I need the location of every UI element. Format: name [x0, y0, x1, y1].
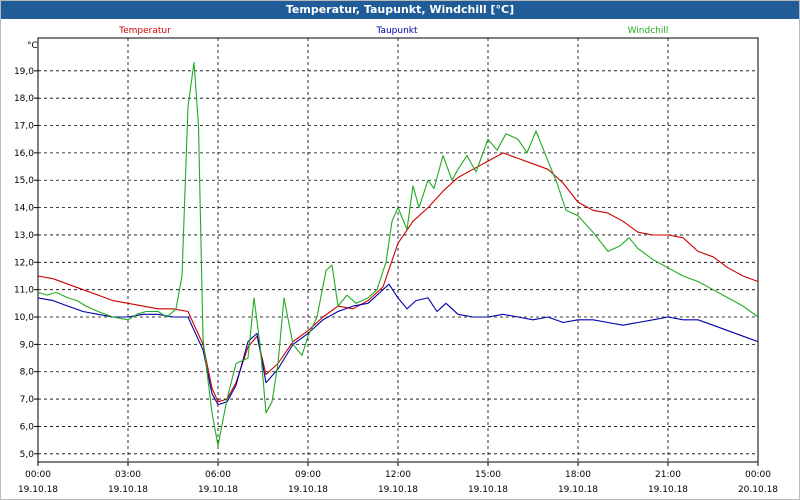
x-tick-date: 19.10.18	[648, 485, 688, 495]
x-tick-time: 09:00	[295, 470, 321, 480]
y-tick-label: 11,0	[14, 286, 34, 296]
y-tick-label: 6,0	[20, 422, 35, 432]
legend-entry-temperatur: Temperatur	[118, 26, 171, 36]
y-axis: 5,0 6,0 7,0 8,0 9,0 10,0 11,0 12,0 13,0 14,0 15,0 1…	[14, 67, 38, 460]
x-tick-time: 18:00	[565, 470, 591, 480]
y-tick-label: 13,0	[14, 231, 34, 241]
x-tick-date: 19.10.18	[18, 485, 58, 495]
x-tick-time: 03:00	[115, 470, 141, 480]
x-tick-date: 20.10.18	[738, 485, 778, 495]
y-tick-label: 16,0	[14, 149, 34, 159]
y-tick-label: 9,0	[20, 340, 35, 350]
legend-entry-windchill: Windchill	[628, 26, 669, 36]
x-tick-time: 00:00	[25, 470, 51, 480]
x-tick-date: 19.10.18	[198, 485, 238, 495]
legend-entry-taupunkt: Taupunkt	[375, 26, 418, 36]
y-unit-label: °C	[27, 41, 38, 51]
y-tick-label: 8,0	[20, 368, 35, 378]
x-axis: 00:00 19.10.18 03:00 19.10.18 06:00 19.10.18 0…	[18, 462, 778, 495]
x-tick-time: 21:00	[655, 470, 681, 480]
legend: Temperatur Taupunkt Windchill	[118, 26, 668, 36]
y-tick-label: 10,0	[14, 313, 34, 323]
y-tick-label: 5,0	[20, 450, 35, 460]
x-tick-date: 19.10.18	[378, 485, 418, 495]
x-tick-time: 00:00	[745, 470, 771, 480]
x-tick-date: 19.10.18	[468, 485, 508, 495]
y-tick-label: 18,0	[14, 94, 34, 104]
x-tick-date: 19.10.18	[558, 485, 598, 495]
y-tick-label: 12,0	[14, 258, 34, 268]
y-tick-label: 17,0	[14, 122, 34, 132]
x-tick-date: 19.10.18	[288, 485, 328, 495]
x-tick-date: 19.10.18	[108, 485, 148, 495]
x-tick-time: 06:00	[205, 470, 231, 480]
y-tick-label: 15,0	[14, 176, 34, 186]
x-tick-time: 12:00	[385, 470, 411, 480]
y-tick-label: 19,0	[14, 67, 34, 77]
grid-lines	[38, 38, 758, 462]
x-tick-time: 15:00	[475, 470, 501, 480]
y-tick-label: 14,0	[14, 204, 34, 214]
y-tick-label: 7,0	[20, 395, 35, 405]
line-chart: 5,0 6,0 7,0 8,0 9,0 10,0 11,0 12,0 13,0 14,0 15,0 1…	[14, 26, 778, 495]
